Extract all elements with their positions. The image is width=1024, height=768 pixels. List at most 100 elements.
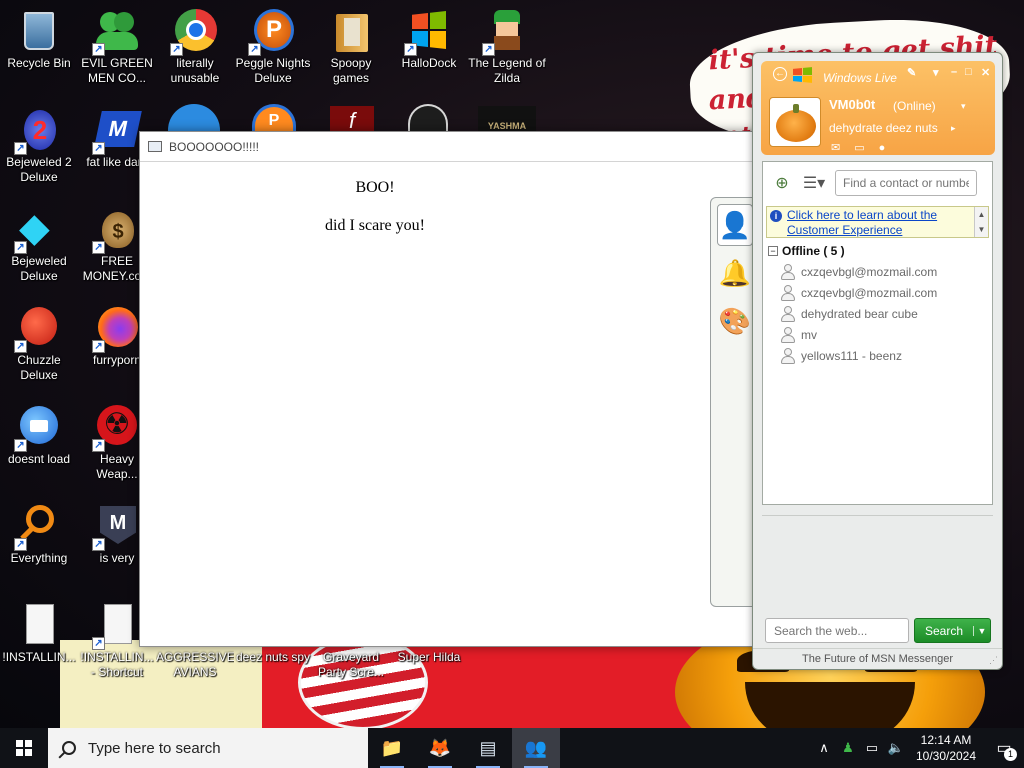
desktop-icon-everything[interactable]: ↗ Everything bbox=[0, 497, 78, 566]
desktop-icon-label: Spoopy games bbox=[330, 56, 372, 85]
folder-share-icon[interactable]: ▭ bbox=[854, 142, 878, 154]
offline-person-icon bbox=[781, 305, 795, 322]
yashma-icon: YASHMA bbox=[478, 106, 536, 132]
backgrounds-dock-button[interactable]: 🎨 bbox=[717, 300, 753, 342]
spaces-icon[interactable]: ● bbox=[879, 142, 900, 154]
green-person-icon: 👤 bbox=[718, 209, 752, 240]
messenger-icon: 👥 bbox=[524, 737, 548, 758]
user-display-name[interactable]: VM0b0t bbox=[829, 97, 875, 112]
scroll-up-icon[interactable]: ▲ bbox=[975, 207, 988, 222]
clock-date: 10/30/2024 bbox=[915, 749, 977, 763]
avatar[interactable] bbox=[769, 97, 821, 147]
add-person-icon: ⊕ bbox=[775, 175, 789, 192]
web-search-button[interactable]: Search ▼ bbox=[914, 618, 991, 643]
network-icon[interactable]: ▭ bbox=[860, 740, 884, 756]
desktop-icon-green-men[interactable]: ↗ EVIL GREEN MEN CO... bbox=[78, 2, 156, 86]
menu-dropdown-icon[interactable]: ▾ bbox=[933, 66, 939, 79]
window-app-icon bbox=[148, 141, 162, 152]
message-dropdown-icon[interactable]: ▸ bbox=[951, 123, 956, 134]
desktop-icon-bejeweled[interactable]: ◆ ↗ Bejeweled Deluxe bbox=[0, 200, 78, 284]
boo-content: BOO! did I scare you! bbox=[140, 162, 760, 235]
status-dropdown-icon[interactable]: ▾ bbox=[961, 101, 966, 112]
desktop-icon-label: literally unusable bbox=[170, 56, 220, 85]
resize-grip-icon[interactable]: ⋰ bbox=[989, 655, 998, 666]
chevron-up-icon[interactable]: ∧ bbox=[812, 740, 836, 756]
taskbar-firefox[interactable]: 🦊 bbox=[416, 728, 464, 768]
close-button[interactable]: ✕ bbox=[981, 66, 990, 79]
taskbar-boo-window[interactable]: ▤ bbox=[464, 728, 512, 768]
collapse-toggle-icon[interactable]: − bbox=[768, 246, 778, 256]
view-options-button[interactable]: ☰▾ bbox=[801, 171, 827, 195]
thunderbird-icon: ↗ bbox=[14, 404, 62, 452]
desktop-icon-thunderbird[interactable]: ↗ doesnt load bbox=[0, 398, 78, 467]
search-button-label: Search bbox=[924, 623, 964, 638]
contact-row[interactable]: mv bbox=[763, 324, 992, 345]
taskbar-search-box[interactable]: Type here to search bbox=[48, 728, 368, 768]
contact-row[interactable]: dehydrated bear cube bbox=[763, 303, 992, 324]
desktop-icon-label: Graveyard Party Scre... bbox=[317, 650, 385, 679]
contact-row[interactable]: cxzqevbgl@mozmail.com bbox=[763, 282, 992, 303]
contact-row[interactable]: yellows111 - beenz bbox=[763, 345, 992, 366]
chuzzle-icon: ↗ bbox=[14, 305, 62, 353]
mail-icon[interactable]: ✉ bbox=[831, 142, 854, 154]
boo-titlebar[interactable]: BOOOOOOO!!!!! bbox=[140, 132, 760, 162]
scroll-down-icon[interactable]: ▼ bbox=[975, 222, 988, 237]
desktop-icon-label: Bejeweled Deluxe bbox=[11, 254, 67, 283]
customize-icon[interactable]: ✎ bbox=[907, 66, 916, 79]
desktop-icon-recycle-bin[interactable]: Recycle Bin bbox=[0, 2, 78, 71]
notification-count: 1 bbox=[1004, 748, 1017, 761]
contact-name: yellows111 - beenz bbox=[801, 348, 902, 363]
ad-divider bbox=[762, 515, 993, 516]
boo-dialog-window[interactable]: BOOOOOOO!!!!! BOO! did I scare you! bbox=[139, 131, 761, 647]
contacts-dock-button[interactable]: 👤 bbox=[717, 204, 753, 246]
contact-list: cxzqevbgl@mozmail.com cxzqevbgl@mozmail.… bbox=[763, 261, 992, 366]
desktop-icon-chuzzle[interactable]: ↗ Chuzzle Deluxe bbox=[0, 299, 78, 383]
alerts-dock-button[interactable]: 🔔 bbox=[717, 252, 753, 294]
desktop-icon-hallodock[interactable]: ↗ HalloDock bbox=[390, 2, 468, 71]
web-search-input[interactable] bbox=[765, 618, 909, 643]
volume-icon[interactable]: 🔈 bbox=[884, 740, 908, 756]
windows-start-icon bbox=[16, 740, 32, 756]
notification-center-button[interactable]: ▭ 1 bbox=[984, 738, 1024, 761]
desktop-icon-installing[interactable]: !INSTALLIN... bbox=[0, 596, 78, 665]
money-bag-icon: $ ↗ bbox=[92, 206, 140, 254]
contact-name: cxzqevbgl@mozmail.com bbox=[801, 264, 938, 279]
desktop-icon-zilda[interactable]: ↗ The Legend of Zilda bbox=[468, 2, 546, 86]
desktop-icon-bejeweled-2[interactable]: 2 ↗ Bejeweled 2 Deluxe bbox=[0, 101, 78, 185]
contact-row[interactable]: cxzqevbgl@mozmail.com bbox=[763, 261, 992, 282]
messenger-window[interactable]: ← Windows Live ✎ ▾ – □ ✕ VM0b0t (Online)… bbox=[752, 52, 1003, 670]
desktop-icon-peggle[interactable]: P ↗ Peggle Nights Deluxe bbox=[234, 2, 312, 86]
desktop-icon-label: Bejeweled 2 Deluxe bbox=[6, 155, 72, 184]
back-arrow-icon[interactable]: ← bbox=[773, 67, 787, 81]
document-shortcut-icon: ↗ bbox=[92, 602, 140, 650]
mpl-icon-2: M ↗ bbox=[92, 503, 140, 551]
minimize-button[interactable]: – bbox=[951, 66, 957, 78]
taskbar-file-explorer[interactable]: 📁 bbox=[368, 728, 416, 768]
personal-message[interactable]: dehydrate deez nuts bbox=[829, 121, 938, 135]
pumpkin-avatar-image bbox=[776, 110, 816, 142]
group-label: Offline ( 5 ) bbox=[782, 244, 845, 258]
window-app-icon: ▤ bbox=[479, 737, 497, 758]
desktop-icon-label: Peggle Nights Deluxe bbox=[235, 56, 311, 85]
user-status[interactable]: (Online) bbox=[893, 99, 936, 113]
taskbar-messenger[interactable]: 👥 bbox=[512, 728, 560, 768]
clock[interactable]: 12:14 AM 10/30/2024 bbox=[908, 732, 984, 764]
offline-group-header[interactable]: − Offline ( 5 ) bbox=[763, 241, 992, 261]
offline-person-icon bbox=[781, 347, 795, 364]
quick-links: ✉▭● bbox=[831, 141, 899, 154]
start-button[interactable] bbox=[0, 728, 48, 768]
messenger-tray-icon[interactable]: ♟ bbox=[836, 740, 860, 756]
maximize-button[interactable]: □ bbox=[965, 66, 972, 78]
banner-scrollbar[interactable]: ▲ ▼ bbox=[974, 207, 988, 237]
add-contact-button[interactable]: ⊕ bbox=[769, 171, 795, 195]
offline-person-icon bbox=[781, 326, 795, 343]
windows-flag-icon bbox=[793, 67, 813, 83]
gem-icon: ◆ ↗ bbox=[14, 206, 62, 254]
desktop-icon-spoopy-games[interactable]: Spoopy games bbox=[312, 2, 390, 86]
find-contact-input[interactable] bbox=[835, 170, 977, 196]
search-dropdown-icon[interactable]: ▼ bbox=[973, 625, 990, 636]
desktop-icon-label: EVIL GREEN MEN CO... bbox=[81, 56, 153, 85]
desktop-icon-chrome[interactable]: ↗ literally unusable bbox=[156, 2, 234, 86]
customer-experience-link[interactable]: Click here to learn about the Customer E… bbox=[787, 208, 937, 237]
taskbar: Type here to search 📁 🦊 ▤ 👥 ∧ ♟ ▭ 🔈 12:1… bbox=[0, 728, 1024, 768]
